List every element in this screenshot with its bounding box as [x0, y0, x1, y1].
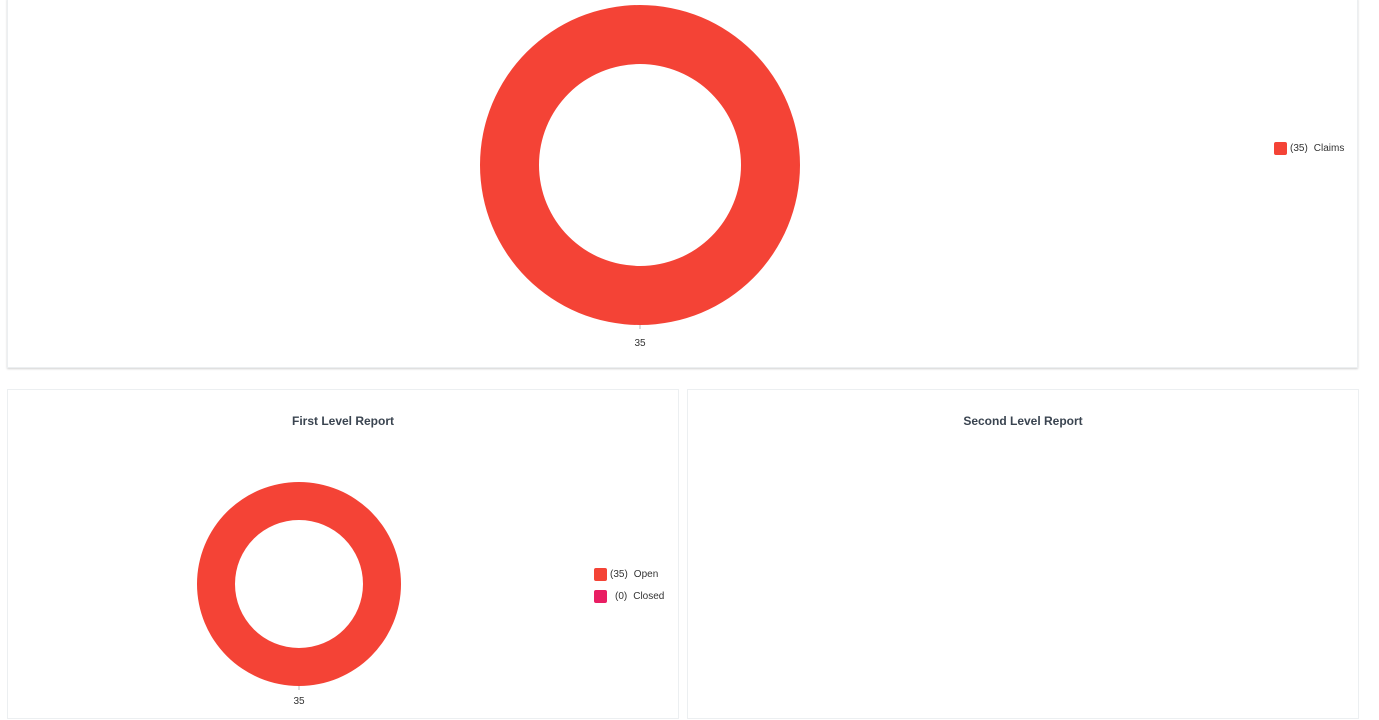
legend-swatch-claims [1274, 141, 1287, 155]
legend-label-claims: Claims [1313, 142, 1345, 154]
legend-label-open: Open [633, 568, 659, 580]
legend-count-open: (35) [610, 568, 628, 580]
first-level-legend: (35) Open (0) Closed [594, 567, 664, 611]
first-level-donut-chart: 35 [197, 482, 401, 707]
legend-label-closed: Closed [633, 590, 665, 602]
first-level-report-card: First Level Report 35 (35) Open (0) Clos… [7, 389, 679, 719]
claims-chart-card: 35 (35) Claims [7, 0, 1358, 368]
legend-swatch-closed [594, 589, 607, 603]
claims-slice-claims[interactable] [480, 5, 800, 325]
legend-swatch-open [594, 567, 607, 581]
legend-item-open[interactable]: (35) Open [594, 567, 664, 581]
claims-data-label: 35 [634, 338, 646, 349]
legend-item-claims[interactable]: (35) Claims [1274, 141, 1344, 155]
second-level-report-title: Second Level Report [963, 414, 1083, 428]
claims-donut-chart: 35 [480, 5, 800, 349]
legend-count-claims: (35) [1290, 142, 1308, 154]
first-level-slice-open[interactable] [197, 482, 401, 686]
first-level-data-label: 35 [293, 696, 305, 707]
claims-legend: (35) Claims [1274, 141, 1344, 163]
legend-item-closed[interactable]: (0) Closed [594, 589, 664, 603]
legend-count-closed: (0) [615, 590, 628, 602]
second-level-report-card: Second Level Report [687, 389, 1359, 719]
